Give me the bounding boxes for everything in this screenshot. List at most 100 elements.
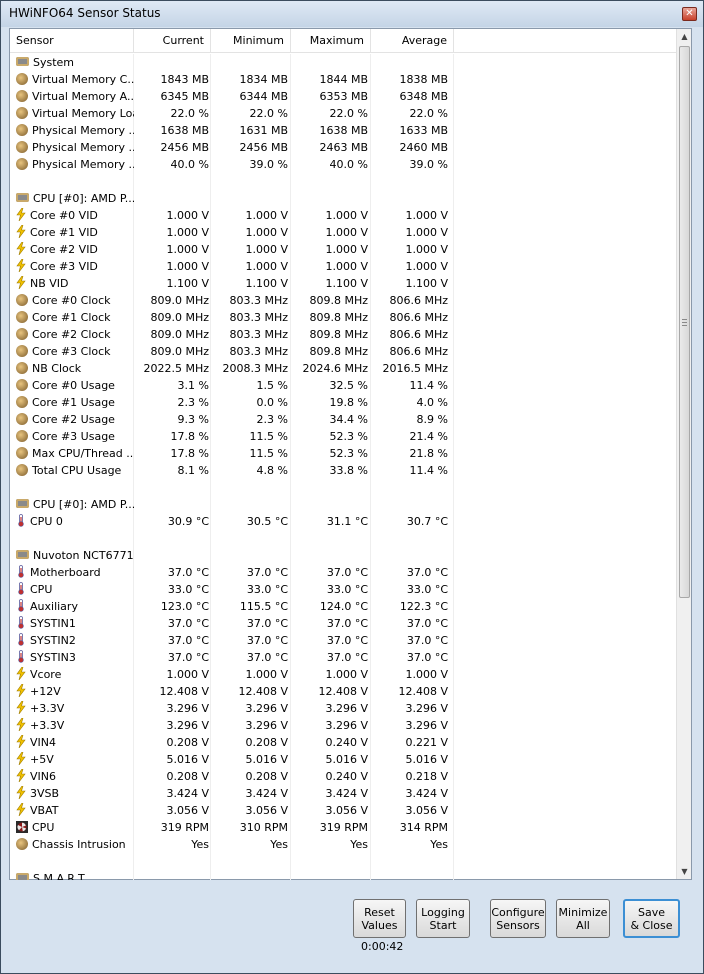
- header-sensor[interactable]: Sensor: [10, 29, 134, 53]
- sensor-row[interactable]: Virtual Memory Load 22.0 % 22.0 % 22.0 % 22.…: [10, 105, 676, 122]
- sensor-name-label: Vcore: [30, 668, 62, 681]
- minimum-value: 1.000 V: [245, 668, 288, 681]
- scroll-up-arrow-icon[interactable]: ▲: [677, 29, 692, 44]
- sensor-row[interactable]: 3VSB 3.424 V 3.424 V 3.424 V 3.424 V: [10, 785, 676, 802]
- sensor-row[interactable]: Core #0 Usage 3.1 % 1.5 % 32.5 % 11.4 %: [10, 377, 676, 394]
- vertical-scrollbar[interactable]: ▲ ▼: [676, 29, 691, 879]
- sensor-row[interactable]: Core #0 Clock 809.0 MHz 803.3 MHz 809.8 MHz…: [10, 292, 676, 309]
- sensor-row[interactable]: Virtual Memory C... 1843 MB 1834 MB 1844 MB…: [10, 71, 676, 88]
- sensor-row[interactable]: Motherboard 37.0 °C 37.0 °C 37.0 °C 37.0 °C: [10, 564, 676, 581]
- sensor-group-row[interactable]: System: [10, 54, 676, 71]
- maximum-value: 809.8 MHz: [309, 311, 368, 324]
- scroll-down-arrow-icon[interactable]: ▼: [677, 864, 692, 879]
- current-value: 1.100 V: [166, 277, 209, 290]
- minimum-value: 3.296 V: [245, 719, 288, 732]
- configure-sensors-button[interactable]: Configure Sensors: [490, 899, 546, 938]
- gauge-icon: [16, 158, 28, 170]
- average-value: 806.6 MHz: [389, 311, 448, 324]
- sensor-row[interactable]: Max CPU/Thread ... 17.8 % 11.5 % 52.3 % 21.8…: [10, 445, 676, 462]
- logging-start-button[interactable]: Logging Start: [416, 899, 470, 938]
- sensor-name: Physical Memory ...: [16, 139, 134, 156]
- current-value: 1638 MB: [160, 124, 209, 137]
- maximum-value: 34.4 %: [329, 413, 368, 426]
- header-average[interactable]: Average: [371, 29, 454, 53]
- save-and-close-button[interactable]: Save & Close: [623, 899, 680, 938]
- sensor-row[interactable]: Auxiliary 123.0 °C 115.5 °C 124.0 °C 122.3 °…: [10, 598, 676, 615]
- gauge-icon: [16, 379, 28, 391]
- average-value: 806.6 MHz: [389, 294, 448, 307]
- sensor-row[interactable]: VBAT 3.056 V 3.056 V 3.056 V 3.056 V: [10, 802, 676, 819]
- gauge-icon: [16, 311, 28, 323]
- title-bar[interactable]: HWiNFO64 Sensor Status ✕: [1, 1, 703, 27]
- sensor-row[interactable]: NB Clock 2022.5 MHz 2008.3 MHz 2024.6 MHz 20…: [10, 360, 676, 377]
- save-close-label-1: Save: [637, 905, 665, 919]
- average-value: 6348 MB: [399, 90, 448, 103]
- sensor-row[interactable]: Core #1 Clock 809.0 MHz 803.3 MHz 809.8 MHz…: [10, 309, 676, 326]
- scrollbar-thumb[interactable]: [679, 46, 690, 598]
- sensor-row[interactable]: NB VID 1.100 V 1.100 V 1.100 V 1.100 V: [10, 275, 676, 292]
- sensor-row[interactable]: SYSTIN2 37.0 °C 37.0 °C 37.0 °C 37.0 °C: [10, 632, 676, 649]
- maximum-value: 5.016 V: [325, 753, 368, 766]
- close-window-button[interactable]: ✕: [682, 7, 697, 21]
- sensor-row[interactable]: Core #3 Clock 809.0 MHz 803.3 MHz 809.8 MHz…: [10, 343, 676, 360]
- sensor-group-row[interactable]: Nuvoton NCT6771F: [10, 547, 676, 564]
- current-value: 30.9 °C: [167, 515, 209, 528]
- sensor-row[interactable]: Physical Memory ... 2456 MB 2456 MB 2463 MB…: [10, 139, 676, 156]
- sensor-name-label: CPU 0: [30, 515, 63, 528]
- sensor-group-row[interactable]: S.M.A.R.T.: [10, 870, 676, 880]
- sensor-row[interactable]: Core #2 VID 1.000 V 1.000 V 1.000 V 1.000 V: [10, 241, 676, 258]
- sensor-row[interactable]: Total CPU Usage 8.1 % 4.8 % 33.8 % 11.4 %: [10, 462, 676, 479]
- sensor-row[interactable]: Core #2 Clock 809.0 MHz 803.3 MHz 809.8 MHz…: [10, 326, 676, 343]
- average-value: 3.296 V: [405, 702, 448, 715]
- maximum-value: 2024.6 MHz: [302, 362, 368, 375]
- sensor-name: Core #3 Usage: [16, 428, 134, 445]
- current-value: 0.208 V: [166, 736, 209, 749]
- sensor-row[interactable]: Core #0 VID 1.000 V 1.000 V 1.000 V 1.000 V: [10, 207, 676, 224]
- minimum-value: 11.5 %: [249, 447, 288, 460]
- sensor-row[interactable]: +3.3V 3.296 V 3.296 V 3.296 V 3.296 V: [10, 717, 676, 734]
- sensor-row[interactable]: Physical Memory ... 40.0 % 39.0 % 40.0 % 39.…: [10, 156, 676, 173]
- sensor-name: VIN4: [16, 734, 134, 751]
- sensor-name-label: Core #3 Usage: [32, 430, 115, 443]
- sensor-row[interactable]: VIN4 0.208 V 0.208 V 0.240 V 0.221 V: [10, 734, 676, 751]
- sensor-row[interactable]: SYSTIN3 37.0 °C 37.0 °C 37.0 °C 37.0 °C: [10, 649, 676, 666]
- voltage-icon: [16, 785, 26, 800]
- sensor-name: System: [16, 54, 134, 71]
- header-maximum[interactable]: Maximum: [291, 29, 371, 53]
- sensor-row[interactable]: Core #2 Usage 9.3 % 2.3 % 34.4 % 8.9 %: [10, 411, 676, 428]
- sensor-name: Core #1 Clock: [16, 309, 134, 326]
- current-value: 33.0 °C: [167, 583, 209, 596]
- sensor-name-label: Virtual Memory A...: [32, 90, 134, 103]
- sensor-row[interactable]: CPU 33.0 °C 33.0 °C 33.0 °C 33.0 °C: [10, 581, 676, 598]
- sensor-row[interactable]: VIN6 0.208 V 0.208 V 0.240 V 0.218 V: [10, 768, 676, 785]
- sensor-group-row[interactable]: CPU [#0]: AMD P...: [10, 190, 676, 207]
- sensor-row[interactable]: CPU 319 RPM 310 RPM 319 RPM 314 RPM: [10, 819, 676, 836]
- sensor-name-label: Nuvoton NCT6771F: [33, 549, 134, 562]
- sensor-row[interactable]: +12V 12.408 V 12.408 V 12.408 V 12.408 V: [10, 683, 676, 700]
- sensor-row[interactable]: CPU 0 30.9 °C 30.5 °C 31.1 °C 30.7 °C: [10, 513, 676, 530]
- header-current[interactable]: Current: [134, 29, 211, 53]
- minimize-all-button[interactable]: Minimize All: [556, 899, 610, 938]
- reset-values-button[interactable]: Reset Values: [353, 899, 406, 938]
- sensor-row[interactable]: +5V 5.016 V 5.016 V 5.016 V 5.016 V: [10, 751, 676, 768]
- sensor-name-label: Physical Memory ...: [32, 124, 134, 137]
- configure-sensors-label-1: Configure: [491, 905, 545, 919]
- sensor-row[interactable]: Core #1 Usage 2.3 % 0.0 % 19.8 % 4.0 %: [10, 394, 676, 411]
- sensor-row[interactable]: +3.3V 3.296 V 3.296 V 3.296 V 3.296 V: [10, 700, 676, 717]
- sensor-group-row[interactable]: CPU [#0]: AMD P...: [10, 496, 676, 513]
- header-minimum[interactable]: Minimum: [211, 29, 291, 53]
- sensor-row[interactable]: Physical Memory ... 1638 MB 1631 MB 1638 MB…: [10, 122, 676, 139]
- sensor-row[interactable]: Virtual Memory A... 6345 MB 6344 MB 6353 MB…: [10, 88, 676, 105]
- average-value: 3.056 V: [405, 804, 448, 817]
- sensor-row[interactable]: Core #3 VID 1.000 V 1.000 V 1.000 V 1.000 V: [10, 258, 676, 275]
- sensor-row[interactable]: SYSTIN1 37.0 °C 37.0 °C 37.0 °C 37.0 °C: [10, 615, 676, 632]
- gauge-icon: [16, 90, 28, 102]
- sensor-row[interactable]: Chassis Intrusion Yes Yes Yes Yes: [10, 836, 676, 853]
- gauge-icon: [16, 464, 28, 476]
- maximum-value: 1.000 V: [325, 668, 368, 681]
- sensor-name-label: +5V: [30, 753, 54, 766]
- sensor-row[interactable]: Core #1 VID 1.000 V 1.000 V 1.000 V 1.000 V: [10, 224, 676, 241]
- sensor-row[interactable]: Vcore 1.000 V 1.000 V 1.000 V 1.000 V: [10, 666, 676, 683]
- sensor-row[interactable]: Core #3 Usage 17.8 % 11.5 % 52.3 % 21.4 %: [10, 428, 676, 445]
- current-value: 809.0 MHz: [150, 328, 209, 341]
